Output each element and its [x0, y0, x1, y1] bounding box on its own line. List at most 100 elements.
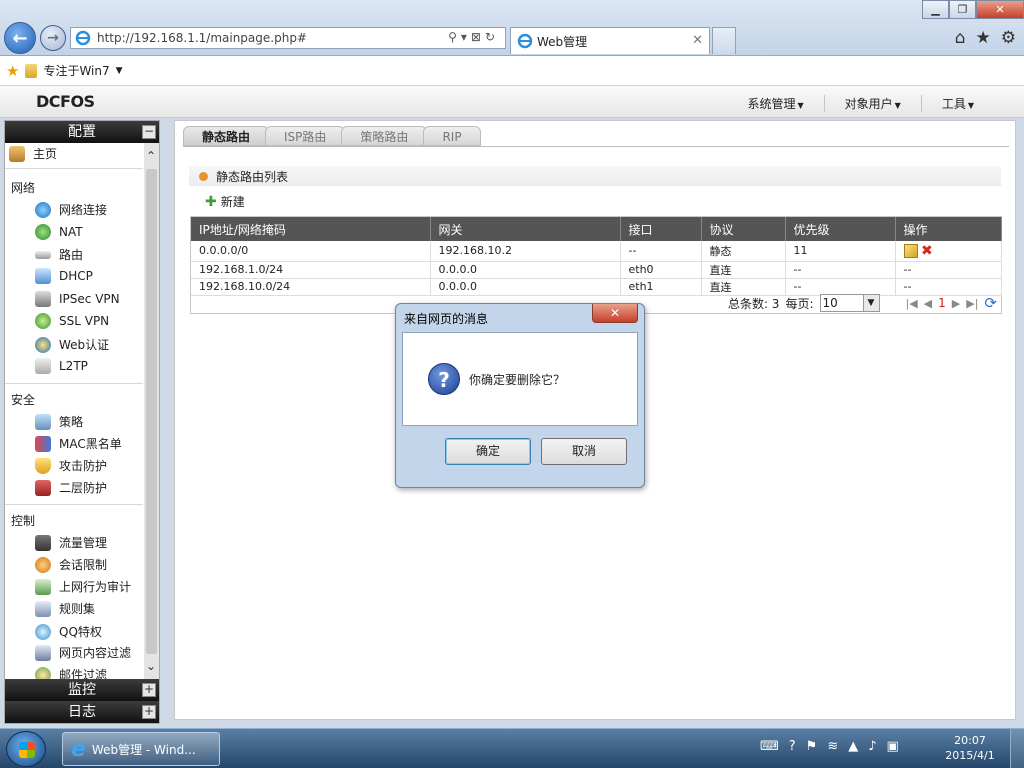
maximize-button[interactable]: ❐ — [949, 0, 976, 19]
group-control-label: 控制 — [11, 514, 36, 528]
policy-icon — [35, 413, 51, 430]
browser-tab[interactable]: Web管理 ✕ — [510, 27, 710, 54]
clock[interactable]: 20:07 2015/4/1 — [940, 733, 1000, 763]
show-desktop-button[interactable] — [1010, 729, 1024, 768]
gear-icon[interactable]: ⚙ — [1001, 28, 1016, 48]
sidebar-item-qq-privilege[interactable]: QQ特权 — [35, 623, 102, 640]
tab-static-route[interactable]: 静态路由 — [183, 126, 270, 146]
sidebar-item-nat[interactable]: NAT — [35, 224, 83, 240]
taskbar-item-ie[interactable]: e Web管理 - Wind... — [62, 732, 220, 766]
sidebar-item-mail-filter[interactable]: 邮件过滤 — [35, 666, 107, 679]
logo: DCFOS — [36, 92, 95, 111]
new-tab-button[interactable] — [712, 27, 736, 54]
per-page-select[interactable]: 10 ▼ — [819, 294, 880, 312]
prev-page-icon[interactable]: ◀ — [924, 297, 932, 310]
divider — [183, 146, 1009, 147]
keyboard-icon[interactable]: ⌨ — [760, 739, 779, 754]
minimize-button[interactable]: ▁ — [922, 0, 949, 19]
sidebar-item-ipsec-vpn[interactable]: IPSec VPN — [35, 291, 120, 307]
scrollbar-thumb[interactable] — [146, 169, 157, 654]
sidebar-item-ruleset[interactable]: 规则集 — [35, 600, 95, 617]
sidebar-item-attack-protection[interactable]: 攻击防护 — [35, 457, 107, 474]
ok-button[interactable]: 确定 — [445, 438, 531, 465]
menu-object-users[interactable]: 对象用户 ▼ — [823, 95, 921, 112]
taskbar: e Web管理 - Wind... ⌨ ? ⚑ ≋ ▲ ♪ ▣ 20:07 20… — [0, 728, 1024, 768]
ie-icon — [517, 33, 533, 49]
start-button[interactable] — [6, 731, 46, 767]
vpn-icon — [35, 291, 51, 307]
cancel-button[interactable]: 取消 — [541, 438, 627, 465]
network-icon[interactable]: ≋ — [827, 739, 838, 754]
sidebar-item-home[interactable]: 主页 — [9, 145, 57, 162]
actions-cell: ✖ — [895, 241, 1002, 262]
sidebar-section-log[interactable]: 日志 + — [5, 701, 159, 723]
collapse-icon[interactable]: − — [142, 125, 156, 139]
next-page-icon[interactable]: ▶ — [952, 297, 960, 310]
new-route-button[interactable]: ✚ 新建 — [205, 193, 245, 210]
edit-icon[interactable] — [903, 243, 918, 258]
expand-icon[interactable]: + — [142, 705, 156, 719]
table-cell: eth0 — [620, 261, 702, 279]
ie-toolbar-icons: ⌂ ★ ⚙ — [955, 28, 1016, 48]
address-tools-icon[interactable]: ⚲▾⊠↻ — [448, 30, 499, 44]
favorites-link[interactable]: 专注于Win7 — [43, 62, 109, 79]
sidebar-item-dhcp[interactable]: DHCP — [35, 268, 93, 284]
sidebar-item-layer2-protection[interactable]: 二层防护 — [35, 479, 107, 496]
globe-icon — [35, 201, 51, 218]
l2tp-icon — [35, 358, 51, 374]
sidebar-item-traffic-management[interactable]: 流量管理 — [35, 534, 107, 551]
add-icon: ✚ — [205, 193, 217, 210]
sidebar-item-session-limit[interactable]: 会话限制 — [35, 556, 107, 573]
menu-tools[interactable]: 工具 ▼ — [920, 95, 994, 112]
arrow-left-icon: ← — [12, 27, 28, 49]
volume-icon[interactable]: ♪ — [868, 739, 876, 754]
flag-icon[interactable]: ⚑ — [806, 739, 818, 754]
sidebar-item-network-connection[interactable]: 网络连接 — [35, 201, 107, 218]
sidebar-item-policy[interactable]: 策略 — [35, 413, 83, 430]
forward-button[interactable]: → — [40, 25, 66, 51]
sidebar-item-behavior-audit[interactable]: 上网行为审计 — [35, 578, 131, 595]
sidebar-item-web-auth[interactable]: Web认证 — [35, 336, 109, 353]
close-window-button[interactable]: ✕ — [976, 0, 1024, 19]
close-tab-icon[interactable]: ✕ — [692, 33, 703, 48]
section-title: 静态路由列表 — [216, 169, 289, 184]
sidebar: 配置 − 主页 网络 网络连接 NAT 路由 DHCP IPSec VPN SS… — [4, 120, 160, 724]
sidebar-item-ssl-vpn[interactable]: SSL VPN — [35, 313, 109, 329]
back-button[interactable]: ← — [4, 22, 36, 54]
chevron-down-icon: ▼ — [797, 101, 804, 110]
chevron-up-icon[interactable]: ⌃ — [146, 149, 156, 163]
sidebar-scrollbar[interactable]: ⌃ ⌄ — [144, 143, 159, 679]
add-favorites-icon[interactable]: ★ — [6, 62, 19, 80]
menu-system-management[interactable]: 系统管理 ▼ — [727, 95, 823, 112]
refresh-icon[interactable]: ⟳ — [984, 294, 997, 312]
sidebar-section-monitor[interactable]: 监控 + — [5, 679, 159, 701]
help-icon[interactable]: ? — [789, 739, 796, 754]
action-center-icon[interactable]: ▣ — [887, 739, 899, 754]
table-cell: 192.168.10.2 — [430, 241, 621, 262]
ssl-vpn-icon — [35, 313, 51, 329]
tab-policy-route[interactable]: 策略路由 — [341, 126, 428, 146]
qq-icon — [35, 623, 51, 640]
sidebar-item-l2tp[interactable]: L2TP — [35, 358, 88, 374]
sidebar-item-routing[interactable]: 路由 — [35, 246, 83, 263]
sidebar-section-config[interactable]: 配置 − — [5, 121, 159, 143]
home-icon[interactable]: ⌂ — [955, 28, 966, 48]
chevron-down-icon[interactable]: ⌄ — [146, 659, 156, 673]
sidebar-item-mac-blacklist[interactable]: MAC黑名单 — [35, 435, 122, 452]
show-hidden-icon[interactable]: ▲ — [848, 739, 858, 754]
route-table: IP地址/网络掩码 网关 接口 协议 优先级 操作 0.0.0.0/0 192.… — [191, 217, 1002, 296]
first-page-icon[interactable]: |◀ — [906, 297, 918, 310]
browser-toolbar: ← → http://192.168.1.1/mainpage.php# ⚲▾⊠… — [0, 0, 1024, 56]
chevron-down-icon[interactable]: ▼ — [116, 66, 123, 76]
expand-icon[interactable]: + — [142, 683, 156, 697]
sidebar-item-web-filter[interactable]: 网页内容过滤 — [35, 644, 131, 661]
column-header: 接口 — [620, 217, 702, 241]
table-cell: 0.0.0.0/0 — [191, 241, 431, 262]
delete-icon[interactable]: ✖ — [921, 243, 933, 259]
last-page-icon[interactable]: ▶| — [966, 297, 978, 310]
tab-isp-route[interactable]: ISP路由 — [265, 126, 346, 146]
tab-rip[interactable]: RIP — [423, 126, 481, 146]
dialog-close-button[interactable]: ✕ — [592, 304, 638, 323]
address-bar[interactable]: http://192.168.1.1/mainpage.php# ⚲▾⊠↻ — [70, 27, 506, 49]
favorites-star-icon[interactable]: ★ — [976, 28, 991, 48]
